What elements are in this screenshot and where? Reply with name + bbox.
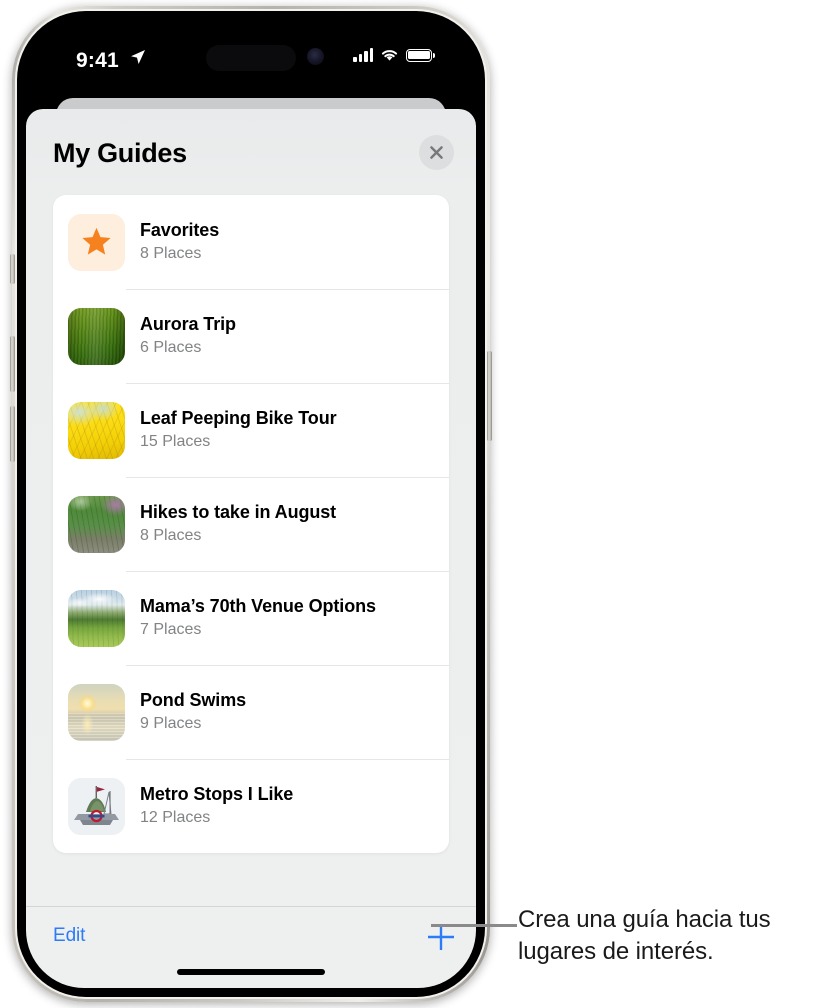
status-bar: 9:41 xyxy=(26,20,476,84)
wifi-icon xyxy=(381,50,398,61)
location-arrow-icon xyxy=(131,50,145,64)
volume-down-button[interactable] xyxy=(10,406,15,462)
list-item-subtitle: 9 Places xyxy=(140,714,202,732)
list-item[interactable]: Mama’s 70th Venue Options 7 Places xyxy=(53,571,449,665)
silent-switch[interactable] xyxy=(10,254,15,284)
list-item[interactable]: Leaf Peeping Bike Tour 15 Places xyxy=(53,383,449,477)
dynamic-island xyxy=(206,45,296,71)
guide-thumbnail xyxy=(68,683,125,741)
my-guides-sheet: My Guides Favorites 8 Places Aurora Trip… xyxy=(26,109,476,988)
guide-thumbnail xyxy=(68,495,125,553)
list-item-subtitle: 8 Places xyxy=(140,526,202,544)
list-item-title: Leaf Peeping Bike Tour xyxy=(140,407,337,428)
star-glyph-icon xyxy=(82,227,111,255)
front-camera-icon xyxy=(307,48,324,65)
callout-leader-line xyxy=(431,924,517,927)
list-item-title: Hikes to take in August xyxy=(140,501,337,522)
edit-button[interactable]: Edit xyxy=(53,925,85,947)
close-button[interactable] xyxy=(419,135,454,170)
list-item[interactable]: Hikes to take in August 8 Places xyxy=(53,477,449,571)
battery-full-icon xyxy=(406,48,435,62)
guide-thumbnail xyxy=(68,777,125,835)
guide-thumbnail xyxy=(68,401,125,459)
list-item-text: Favorites 8 Places xyxy=(140,220,219,265)
list-item-text: Aurora Trip 6 Places xyxy=(140,314,236,359)
metro-station-illustration-icon xyxy=(68,777,125,835)
list-item[interactable]: Metro Stops I Like 12 Places xyxy=(53,759,449,853)
device-screen: 9:41 My Guides Favorites 8 Places Aurora… xyxy=(26,20,476,988)
list-item-text: Leaf Peeping Bike Tour 15 Places xyxy=(140,408,337,453)
cellular-bars-icon xyxy=(353,48,373,62)
list-item-title: Mama’s 70th Venue Options xyxy=(140,595,376,616)
list-item-subtitle: 7 Places xyxy=(140,620,202,638)
star-icon xyxy=(68,213,125,271)
list-item-text: Mama’s 70th Venue Options 7 Places xyxy=(140,596,376,641)
status-bar-time: 9:41 xyxy=(76,49,119,72)
list-item-text: Pond Swims 9 Places xyxy=(140,690,246,735)
list-item-title: Aurora Trip xyxy=(140,313,236,334)
list-item-text: Hikes to take in August 8 Places xyxy=(140,502,336,547)
list-item-title: Pond Swims xyxy=(140,689,247,710)
list-item-title: Metro Stops I Like xyxy=(140,783,294,804)
volume-up-button[interactable] xyxy=(10,336,15,392)
page-title: My Guides xyxy=(53,138,187,168)
list-item[interactable]: Aurora Trip 6 Places xyxy=(53,289,449,383)
bottom-toolbar: Edit xyxy=(26,906,476,969)
close-x-icon xyxy=(430,146,443,159)
list-item-subtitle: 12 Places xyxy=(140,808,211,826)
home-indicator[interactable] xyxy=(177,969,325,975)
list-item-subtitle: 8 Places xyxy=(140,244,202,262)
status-bar-indicators xyxy=(353,48,435,62)
guide-thumbnail xyxy=(68,589,125,647)
guide-thumbnail xyxy=(68,307,125,365)
power-button[interactable] xyxy=(487,351,492,441)
list-item[interactable]: Favorites 8 Places xyxy=(53,195,449,289)
guides-list: Favorites 8 Places Aurora Trip 6 Places … xyxy=(53,195,449,853)
iphone-device: 9:41 My Guides Favorites 8 Places Aurora… xyxy=(10,6,492,1002)
callout-label: Crea una guía hacia tus lugares de inter… xyxy=(518,906,771,965)
list-item-subtitle: 6 Places xyxy=(140,338,202,356)
list-item[interactable]: Pond Swims 9 Places xyxy=(53,665,449,759)
list-item-subtitle: 15 Places xyxy=(140,432,211,450)
list-item-title: Favorites xyxy=(140,219,220,240)
list-item-text: Metro Stops I Like 12 Places xyxy=(140,784,293,829)
